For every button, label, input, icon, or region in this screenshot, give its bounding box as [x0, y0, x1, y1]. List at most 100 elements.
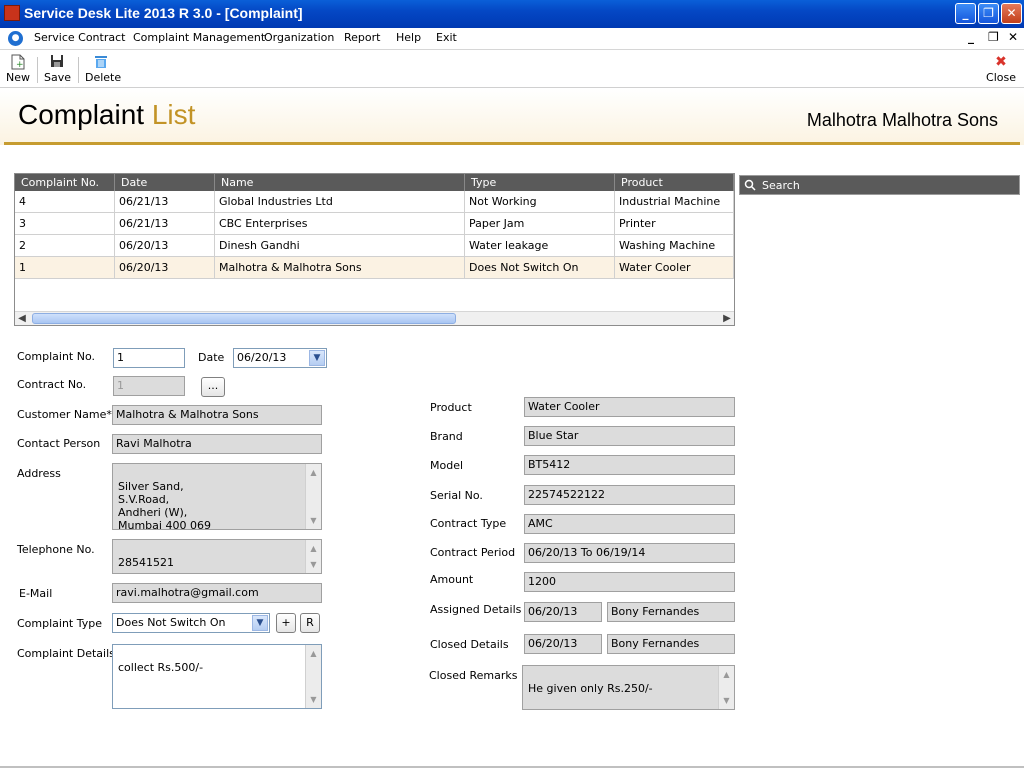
page-title: Complaint List — [18, 99, 195, 131]
cell-product: Printer — [615, 213, 734, 235]
mdi-restore-button[interactable]: ❐ — [988, 30, 999, 44]
table-row[interactable]: 2 06/20/13 Dinesh Gandhi Water leakage W… — [15, 235, 734, 257]
closed-date-field: 06/20/13 — [524, 634, 602, 654]
column-header-product[interactable]: Product — [615, 174, 734, 191]
contract-period-label: Contract Period — [430, 546, 516, 559]
maximize-button[interactable]: ❐ — [978, 3, 999, 24]
page-header: Complaint List Malhotra Malhotra Sons — [0, 89, 1024, 145]
save-disk-icon — [44, 54, 70, 70]
scroll-down-icon[interactable]: ▼ — [306, 558, 321, 571]
vertical-scrollbar[interactable]: ▲ ▼ — [305, 464, 321, 529]
delete-button[interactable]: Delete — [85, 54, 121, 84]
window-close-button[interactable]: ✕ — [1001, 3, 1022, 24]
scroll-up-icon[interactable]: ▲ — [306, 466, 321, 479]
minimize-button[interactable]: _ — [955, 3, 976, 24]
scroll-right-icon[interactable]: ▶ — [720, 312, 734, 326]
menu-complaint-management[interactable]: Complaint Management — [133, 31, 265, 44]
complaint-type-label: Complaint Type — [17, 617, 103, 630]
new-button[interactable]: + New — [6, 54, 30, 84]
vertical-scrollbar[interactable]: ▲ ▼ — [305, 540, 321, 573]
contact-person-field[interactable]: Ravi Malhotra — [112, 434, 322, 454]
company-name: Malhotra Malhotra Sons — [806, 110, 998, 130]
complaint-grid[interactable]: Complaint No. Date Name Type Product 4 0… — [14, 173, 735, 326]
scroll-down-icon[interactable]: ▼ — [306, 693, 321, 706]
mdi-close-button[interactable]: ✕ — [1008, 30, 1018, 44]
email-field[interactable]: ravi.malhotra@gmail.com — [112, 583, 322, 603]
scroll-thumb[interactable] — [32, 313, 456, 324]
mdi-minimize-button[interactable]: _ — [968, 30, 974, 44]
telephone-textarea[interactable]: 28541521 ▲ ▼ — [112, 539, 322, 574]
cell-date: 06/21/13 — [115, 213, 215, 235]
chevron-down-icon[interactable]: ▼ — [252, 615, 268, 631]
close-form-button[interactable]: ✖ Close — [986, 54, 1016, 84]
cell-date: 06/20/13 — [115, 235, 215, 257]
table-row[interactable]: 4 06/21/13 Global Industries Ltd Not Wor… — [15, 191, 734, 213]
column-header-complaint-no[interactable]: Complaint No. — [15, 174, 115, 191]
table-row-selected[interactable]: 1 06/20/13 Malhotra & Malhotra Sons Does… — [15, 257, 734, 279]
vertical-scrollbar[interactable]: ▲ ▼ — [718, 666, 734, 709]
cell-complaint-no: 2 — [15, 235, 115, 257]
add-complaint-type-button[interactable]: + — [276, 613, 296, 633]
date-label: Date — [198, 351, 225, 364]
scroll-down-icon[interactable]: ▼ — [719, 694, 734, 707]
new-document-icon: + — [6, 54, 30, 70]
complaint-details-text: collect Rs.500/- — [118, 661, 204, 674]
refresh-complaint-type-button[interactable]: R — [300, 613, 320, 633]
contract-type-field: AMC — [524, 514, 735, 534]
complaint-details-textarea[interactable]: collect Rs.500/- ▲ ▼ — [112, 644, 322, 709]
search-box[interactable]: Search — [739, 175, 1020, 195]
menu-organization[interactable]: Organization — [264, 31, 334, 44]
grid-horizontal-scrollbar[interactable]: ◀ ▶ — [15, 311, 734, 325]
trash-icon — [85, 54, 117, 70]
column-header-name[interactable]: Name — [215, 174, 465, 191]
address-textarea[interactable]: Silver Sand, S.V.Road, Andheri (W), Mumb… — [112, 463, 322, 530]
window-title: Service Desk Lite 2013 R 3.0 - [Complain… — [24, 5, 303, 21]
scroll-down-icon[interactable]: ▼ — [306, 514, 321, 527]
scroll-left-icon[interactable]: ◀ — [15, 312, 29, 326]
complaint-no-label: Complaint No. — [17, 350, 96, 363]
scroll-up-icon[interactable]: ▲ — [719, 668, 734, 681]
menu-service-contract[interactable]: Service Contract — [34, 31, 125, 44]
contract-no-label: Contract No. — [17, 378, 87, 391]
amount-label: Amount — [430, 573, 474, 586]
complaint-details-label: Complaint Details — [17, 647, 115, 660]
page-title-accent: List — [151, 99, 196, 130]
column-header-date[interactable]: Date — [115, 174, 215, 191]
date-picker[interactable]: 06/20/13 ▼ — [233, 348, 327, 368]
app-icon — [4, 5, 20, 21]
telephone-label: Telephone No. — [17, 543, 95, 556]
toolbar-divider — [78, 57, 79, 83]
browse-contract-button[interactable]: ... — [201, 377, 225, 397]
column-header-type[interactable]: Type — [465, 174, 615, 191]
cell-type: Not Working — [465, 191, 615, 213]
menu-help[interactable]: Help — [396, 31, 421, 44]
delete-label: Delete — [85, 71, 122, 84]
customer-name-field[interactable]: Malhotra & Malhotra Sons — [112, 405, 322, 425]
cell-name: Malhotra & Malhotra Sons — [215, 257, 465, 279]
address-text: Silver Sand, S.V.Road, Andheri (W), Mumb… — [118, 480, 211, 530]
close-label: Close — [986, 71, 1016, 84]
vertical-scrollbar[interactable]: ▲ ▼ — [305, 645, 321, 708]
cell-product: Water Cooler — [615, 257, 734, 279]
product-label: Product — [430, 401, 472, 414]
complaint-no-input[interactable]: 1 — [113, 348, 185, 368]
table-row[interactable]: 3 06/21/13 CBC Enterprises Paper Jam Pri… — [15, 213, 734, 235]
email-label: E-Mail — [19, 587, 53, 600]
serial-no-field: 22574522122 — [524, 485, 735, 505]
assigned-person-field: Bony Fernandes — [607, 602, 735, 622]
cell-type: Paper Jam — [465, 213, 615, 235]
telephone-text: 28541521 — [118, 556, 174, 569]
complaint-type-dropdown[interactable]: Does Not Switch On ▼ — [112, 613, 270, 633]
scroll-up-icon[interactable]: ▲ — [306, 542, 321, 555]
chevron-down-icon[interactable]: ▼ — [309, 350, 325, 366]
scroll-up-icon[interactable]: ▲ — [306, 647, 321, 660]
closed-person-field: Bony Fernandes — [607, 634, 735, 654]
cell-product: Washing Machine — [615, 235, 734, 257]
cell-name: Global Industries Ltd — [215, 191, 465, 213]
menu-exit[interactable]: Exit — [436, 31, 457, 44]
save-button[interactable]: Save — [44, 54, 71, 84]
contact-person-label: Contact Person — [17, 437, 101, 450]
closed-remarks-textarea[interactable]: He given only Rs.250/- ▲ ▼ — [522, 665, 735, 710]
assigned-date-field: 06/20/13 — [524, 602, 602, 622]
menu-report[interactable]: Report — [344, 31, 380, 44]
